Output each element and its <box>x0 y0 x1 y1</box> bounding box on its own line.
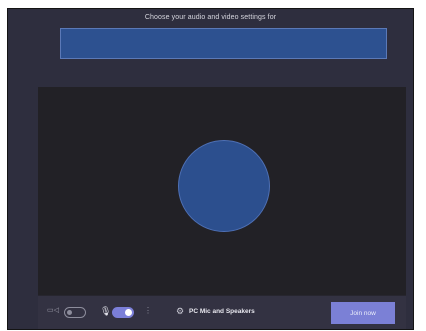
gear-icon[interactable]: ⚙ <box>176 306 184 317</box>
audio-options-icon[interactable]: ⋮ <box>144 306 152 315</box>
settings-heading: Choose your audio and video settings for <box>144 14 277 21</box>
camera-toggle[interactable] <box>64 307 86 318</box>
avatar <box>178 140 270 232</box>
microphone-toggle[interactable] <box>112 307 134 318</box>
device-toolbar: ▭◁ 🎙 ⋮ ⚙ PC Mic and Speakers Join now <box>38 295 406 329</box>
join-now-button[interactable]: Join now <box>331 302 395 324</box>
meeting-prejoin-window: Choose your audio and video settings for… <box>7 8 414 330</box>
video-preview <box>38 87 406 295</box>
camera-toggle-knob <box>67 310 72 315</box>
microphone-toggle-knob <box>125 309 132 316</box>
audio-device-label[interactable]: PC Mic and Speakers <box>189 308 255 315</box>
meeting-title-field <box>60 28 387 59</box>
microphone-icon: 🎙 <box>100 306 112 316</box>
camera-icon: ▭◁ <box>47 307 59 314</box>
